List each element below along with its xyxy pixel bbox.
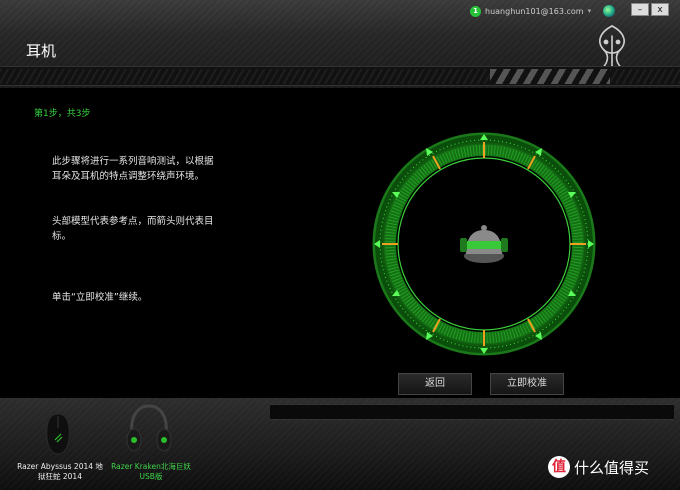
- calibrate-now-button[interactable]: 立即校准: [490, 373, 564, 395]
- notification-badge[interactable]: 1: [470, 5, 481, 17]
- main-panel: 第1步，共3步 此步骤将进行一系列音响测试，以根据耳朵及耳机的特点调整环绕声环境…: [0, 88, 680, 398]
- account-area[interactable]: 1 huanghun101@163.com ▾: [470, 4, 616, 18]
- watermark-logo-icon: 值: [548, 456, 570, 478]
- step-indicator: 第1步，共3步: [34, 109, 91, 119]
- minimize-button[interactable]: –: [631, 3, 649, 16]
- watermark-text: 什么值得买: [574, 458, 650, 477]
- account-email[interactable]: huanghun101@163.com: [485, 7, 584, 16]
- chevron-down-icon[interactable]: ▾: [588, 7, 592, 15]
- surround-dial: [372, 132, 596, 356]
- page-title: 耳机: [26, 42, 57, 60]
- instruction-text-3: 单击“立即校准”继续。: [52, 292, 148, 303]
- watermark: 值 什么值得买: [548, 456, 649, 478]
- device-label-mouse[interactable]: Razer Abyssus 2014 地狱狂蛇 2014: [14, 462, 106, 482]
- instruction-text-1: 此步骤将进行一系列音响测试，以根据耳朵及耳机的特点调整环绕声环境。: [52, 156, 214, 182]
- mouse-icon[interactable]: [40, 412, 76, 456]
- headset-icon[interactable]: [124, 402, 174, 458]
- status-icon[interactable]: [603, 5, 616, 17]
- device-label-headset[interactable]: Razer Kraken北海巨妖USB版: [104, 462, 198, 482]
- header-stripe: [0, 66, 680, 86]
- close-button[interactable]: x: [651, 3, 669, 16]
- instruction-text-2: 头部模型代表参考点，而箭头则代表目标。: [52, 216, 214, 242]
- back-button[interactable]: 返回: [398, 373, 472, 395]
